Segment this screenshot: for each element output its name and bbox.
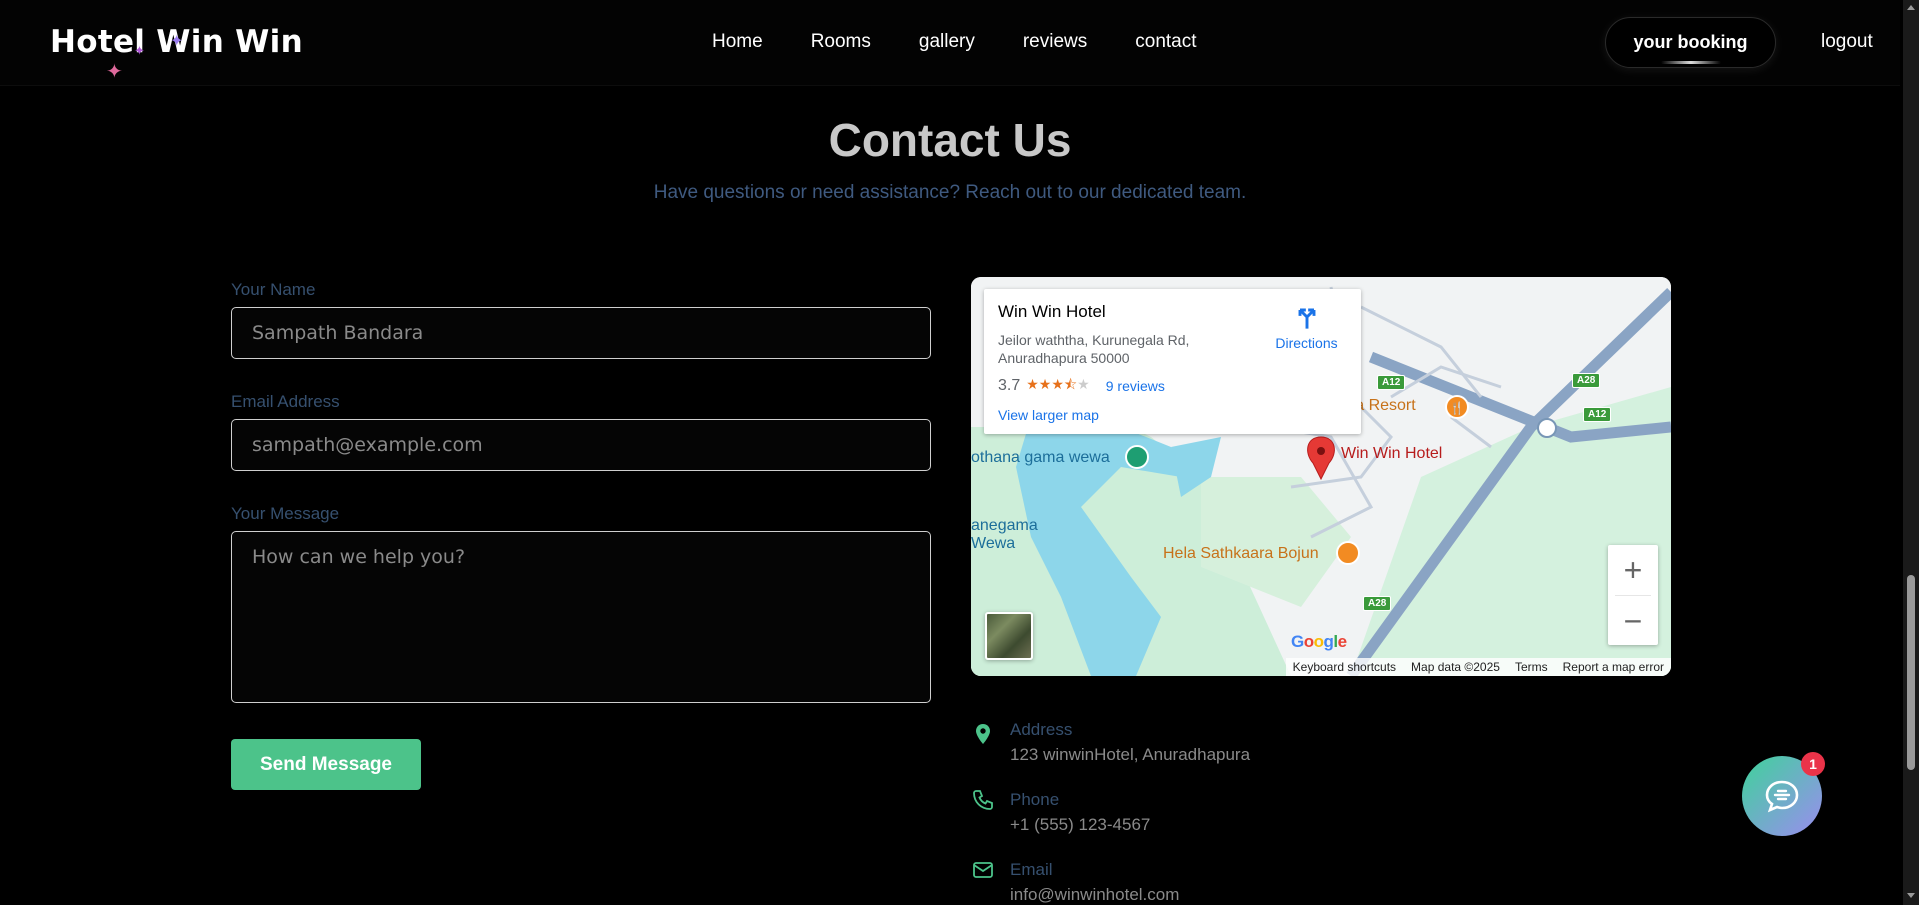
chat-bubble-icon: [1765, 780, 1799, 813]
zoom-controls: + −: [1608, 545, 1658, 645]
logout-link[interactable]: logout: [1821, 31, 1873, 53]
location-pin-icon: [976, 724, 990, 744]
directions-label: Directions: [1275, 335, 1338, 351]
keyboard-shortcuts-link[interactable]: Keyboard shortcuts: [1293, 660, 1396, 674]
phone-label: Phone: [1010, 790, 1060, 809]
your-booking-button[interactable]: your booking: [1605, 17, 1776, 68]
map-footer: Keyboard shortcuts Map data ©2025 Terms …: [1285, 658, 1671, 676]
rating-stars-icon: ★★★⯪★: [1026, 376, 1090, 392]
road-badge: A28: [1363, 596, 1392, 611]
email-label-contact: Email: [1010, 860, 1053, 879]
address-label: Address: [1010, 720, 1073, 739]
road-badge: A28: [1572, 373, 1601, 388]
nav-home[interactable]: Home: [712, 31, 763, 53]
map-info-card: Win Win Hotel Jeilor waththa, Kurunegala…: [984, 289, 1361, 434]
nav-links: Home Rooms gallery reviews contact: [712, 31, 1197, 53]
rating-value: 3.7: [998, 377, 1021, 394]
svg-text:🍴: 🍴: [1450, 401, 1465, 415]
nav-rooms[interactable]: Rooms: [811, 31, 871, 53]
zoom-out-button[interactable]: −: [1608, 596, 1658, 646]
name-input[interactable]: Sampath Bandara: [231, 307, 931, 359]
your-booking-label: your booking: [1633, 32, 1748, 52]
nav-gallery[interactable]: gallery: [919, 31, 975, 53]
mail-icon: [973, 862, 993, 878]
satellite-toggle[interactable]: [985, 612, 1033, 660]
scroll-thumb[interactable]: [1907, 575, 1915, 770]
message-label: Your Message: [231, 504, 340, 523]
report-error-link[interactable]: Report a map error: [1563, 660, 1664, 674]
road-badge: A12: [1583, 407, 1612, 422]
email-input[interactable]: sampath@example.com: [231, 419, 931, 471]
place-rating: 3.7 ★★★⯪★ 9 reviews: [998, 374, 1165, 398]
nav-contact[interactable]: contact: [1135, 31, 1196, 53]
scroll-up-arrow[interactable]: [1907, 5, 1915, 10]
map-label-wewa2: anegama: [971, 517, 1038, 534]
page-scrollbar[interactable]: [1903, 0, 1919, 905]
reviews-link[interactable]: 9 reviews: [1106, 378, 1165, 394]
page-title: Contact Us: [828, 114, 1072, 166]
map-label-hotel: Win Win Hotel: [1341, 445, 1443, 462]
sparkle-icon: ✦: [134, 43, 145, 58]
scroll-down-arrow[interactable]: [1907, 893, 1915, 898]
map-label-wewa2b: Wewa: [971, 535, 1016, 552]
sparkle-icon: ✦: [106, 61, 123, 83]
page-subtitle: Have questions or need assistance? Reach…: [653, 182, 1247, 203]
place-address: Jeilor waththa, Kurunegala Rd, Anuradhap…: [998, 332, 1190, 366]
google-map[interactable]: 🍴 A12 A28 A12 A28 ura Resort Win Win Hot…: [971, 277, 1671, 676]
phone-value: +1 (555) 123-4567: [1010, 815, 1151, 834]
terms-link[interactable]: Terms: [1515, 660, 1548, 674]
map-label-bojun: Hela Sathkaara Bojun: [1163, 545, 1319, 562]
navbar: Hotel Win Win ✦ ✦ ✦ Home Rooms gallery r…: [0, 0, 1900, 86]
place-name: Win Win Hotel: [998, 302, 1106, 321]
directions-icon: [1298, 308, 1315, 329]
chat-notification-badge: 1: [1801, 752, 1825, 776]
road-badge: A12: [1377, 375, 1406, 390]
email-label: Email Address: [231, 392, 340, 411]
zoom-in-button[interactable]: +: [1608, 545, 1658, 595]
map-data-text: Map data ©2025: [1411, 660, 1500, 674]
message-textarea[interactable]: How can we help you?: [231, 531, 931, 703]
button-glow: [1660, 61, 1721, 64]
map-label-wewa: othana gama wewa: [971, 449, 1110, 466]
send-message-button[interactable]: Send Message: [231, 739, 421, 790]
phone-icon: [973, 790, 993, 810]
name-label: Your Name: [231, 280, 316, 299]
email-value[interactable]: info@winwinhotel.com: [1010, 885, 1179, 905]
directions-button[interactable]: Directions: [1269, 303, 1344, 351]
nav-reviews[interactable]: reviews: [1023, 31, 1087, 53]
google-logo: Google: [1291, 632, 1347, 651]
sparkle-icon: ✦: [170, 33, 184, 50]
view-larger-map-link[interactable]: View larger map: [998, 407, 1099, 423]
address-value: 123 winwinHotel, Anuradhapura: [1010, 745, 1251, 764]
